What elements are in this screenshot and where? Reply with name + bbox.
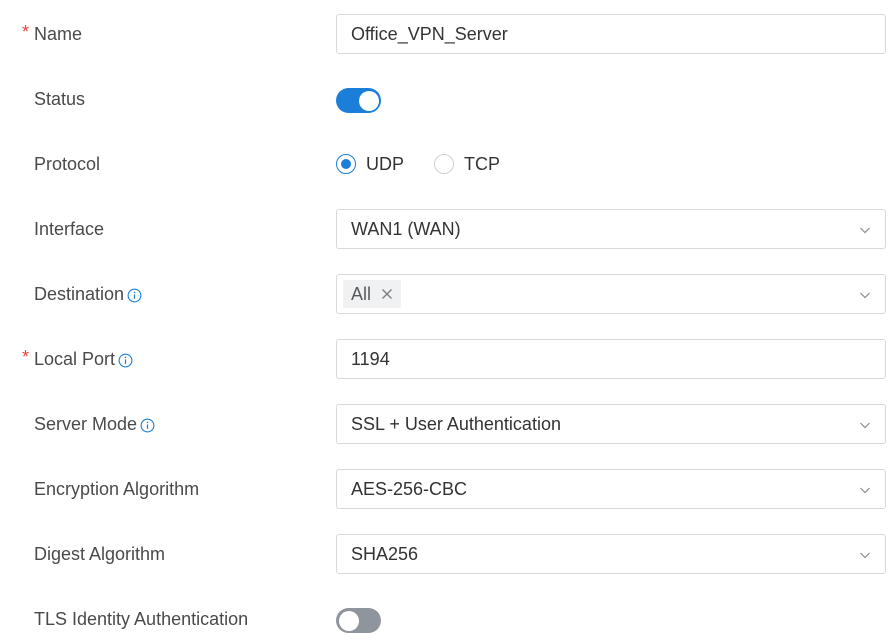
interface-select[interactable]: WAN1 (WAN) bbox=[336, 209, 886, 249]
digest-algorithm-select-value: SHA256 bbox=[351, 544, 419, 564]
form-row-status: Status bbox=[0, 79, 892, 119]
form-row-interface: Interface WAN1 (WAN) bbox=[0, 209, 892, 249]
interface-label: Interface bbox=[34, 219, 105, 239]
local-port-label: Local Port bbox=[34, 349, 116, 369]
interface-select-value: WAN1 (WAN) bbox=[351, 219, 461, 239]
form-row-tls-identity-authentication: TLS Identity Authentication bbox=[0, 599, 892, 639]
form-row-encryption-algorithm: Encryption Algorithm AES-256-CBC bbox=[0, 469, 892, 509]
status-toggle[interactable] bbox=[336, 88, 381, 113]
destination-label-wrap: Destination bbox=[34, 274, 142, 314]
interface-field-wrap: WAN1 (WAN) bbox=[336, 209, 886, 249]
radio-tcp-label: TCP bbox=[464, 153, 501, 174]
encryption-algorithm-label: Encryption Algorithm bbox=[34, 479, 200, 499]
local-port-input-value: 1194 bbox=[351, 349, 390, 369]
form-row-server-mode: Server Mode SSL + User Authentication bbox=[0, 404, 892, 444]
destination-tag-label: All bbox=[351, 284, 372, 304]
form-row-name: * Name Office_VPN_Server bbox=[0, 14, 892, 54]
protocol-option-tcp[interactable]: TCP bbox=[434, 154, 500, 175]
name-input-value: Office_VPN_Server bbox=[351, 24, 508, 44]
chevron-down-icon bbox=[860, 227, 870, 234]
close-icon[interactable] bbox=[381, 288, 393, 300]
chevron-down-icon bbox=[860, 552, 870, 559]
chevron-down-icon bbox=[860, 292, 870, 299]
toggle-knob bbox=[339, 610, 359, 631]
protocol-radio-group: UDP TCP bbox=[336, 144, 530, 184]
server-mode-select-value: SSL + User Authentication bbox=[351, 414, 561, 434]
chevron-down-icon bbox=[860, 487, 870, 494]
status-label: Status bbox=[34, 89, 86, 109]
name-input[interactable]: Office_VPN_Server bbox=[336, 14, 886, 54]
destination-label: Destination bbox=[34, 284, 125, 304]
digest-algorithm-label: Digest Algorithm bbox=[34, 544, 166, 564]
digest-algorithm-select[interactable]: SHA256 bbox=[336, 534, 886, 574]
encryption-algorithm-select-value: AES-256-CBC bbox=[351, 479, 468, 499]
form-row-local-port: * Local Port 1194 bbox=[0, 339, 892, 379]
destination-select[interactable]: All bbox=[336, 274, 886, 314]
radio-udp-label: UDP bbox=[366, 153, 405, 174]
server-mode-select[interactable]: SSL + User Authentication bbox=[336, 404, 886, 444]
local-port-input[interactable]: 1194 bbox=[336, 339, 886, 379]
destination-tag: All bbox=[343, 280, 402, 308]
tls-identity-authentication-toggle[interactable] bbox=[336, 608, 381, 633]
server-mode-label: Server Mode bbox=[34, 414, 138, 434]
required-marker: * bbox=[22, 347, 30, 367]
chevron-down-icon bbox=[860, 422, 870, 429]
toggle-knob bbox=[358, 90, 379, 111]
encryption-algorithm-select[interactable]: AES-256-CBC bbox=[336, 469, 886, 509]
destination-field-wrap: All bbox=[336, 274, 886, 314]
tls-identity-authentication-label: TLS Identity Authentication bbox=[34, 609, 249, 629]
encryption-algorithm-field-wrap: AES-256-CBC bbox=[336, 469, 886, 509]
info-circle-icon[interactable] bbox=[127, 288, 142, 303]
radio-udp[interactable] bbox=[336, 154, 356, 174]
server-mode-field-wrap: SSL + User Authentication bbox=[336, 404, 886, 444]
form-row-destination: Destination All bbox=[0, 274, 892, 314]
protocol-label: Protocol bbox=[34, 154, 101, 174]
name-field-wrap: Office_VPN_Server bbox=[336, 14, 886, 54]
form-row-digest-algorithm: Digest Algorithm SHA256 bbox=[0, 534, 892, 574]
digest-algorithm-field-wrap: SHA256 bbox=[336, 534, 886, 574]
required-marker: * bbox=[22, 22, 30, 42]
local-port-label-wrap: Local Port bbox=[34, 339, 133, 379]
name-label: Name bbox=[34, 24, 83, 44]
protocol-option-udp[interactable]: UDP bbox=[336, 154, 404, 175]
server-mode-label-wrap: Server Mode bbox=[34, 404, 155, 444]
local-port-field-wrap: 1194 bbox=[336, 339, 886, 379]
radio-tcp[interactable] bbox=[434, 154, 455, 174]
info-circle-icon[interactable] bbox=[118, 353, 133, 368]
info-circle-icon[interactable] bbox=[140, 418, 155, 433]
form-row-protocol: Protocol UDP TCP bbox=[0, 144, 892, 184]
